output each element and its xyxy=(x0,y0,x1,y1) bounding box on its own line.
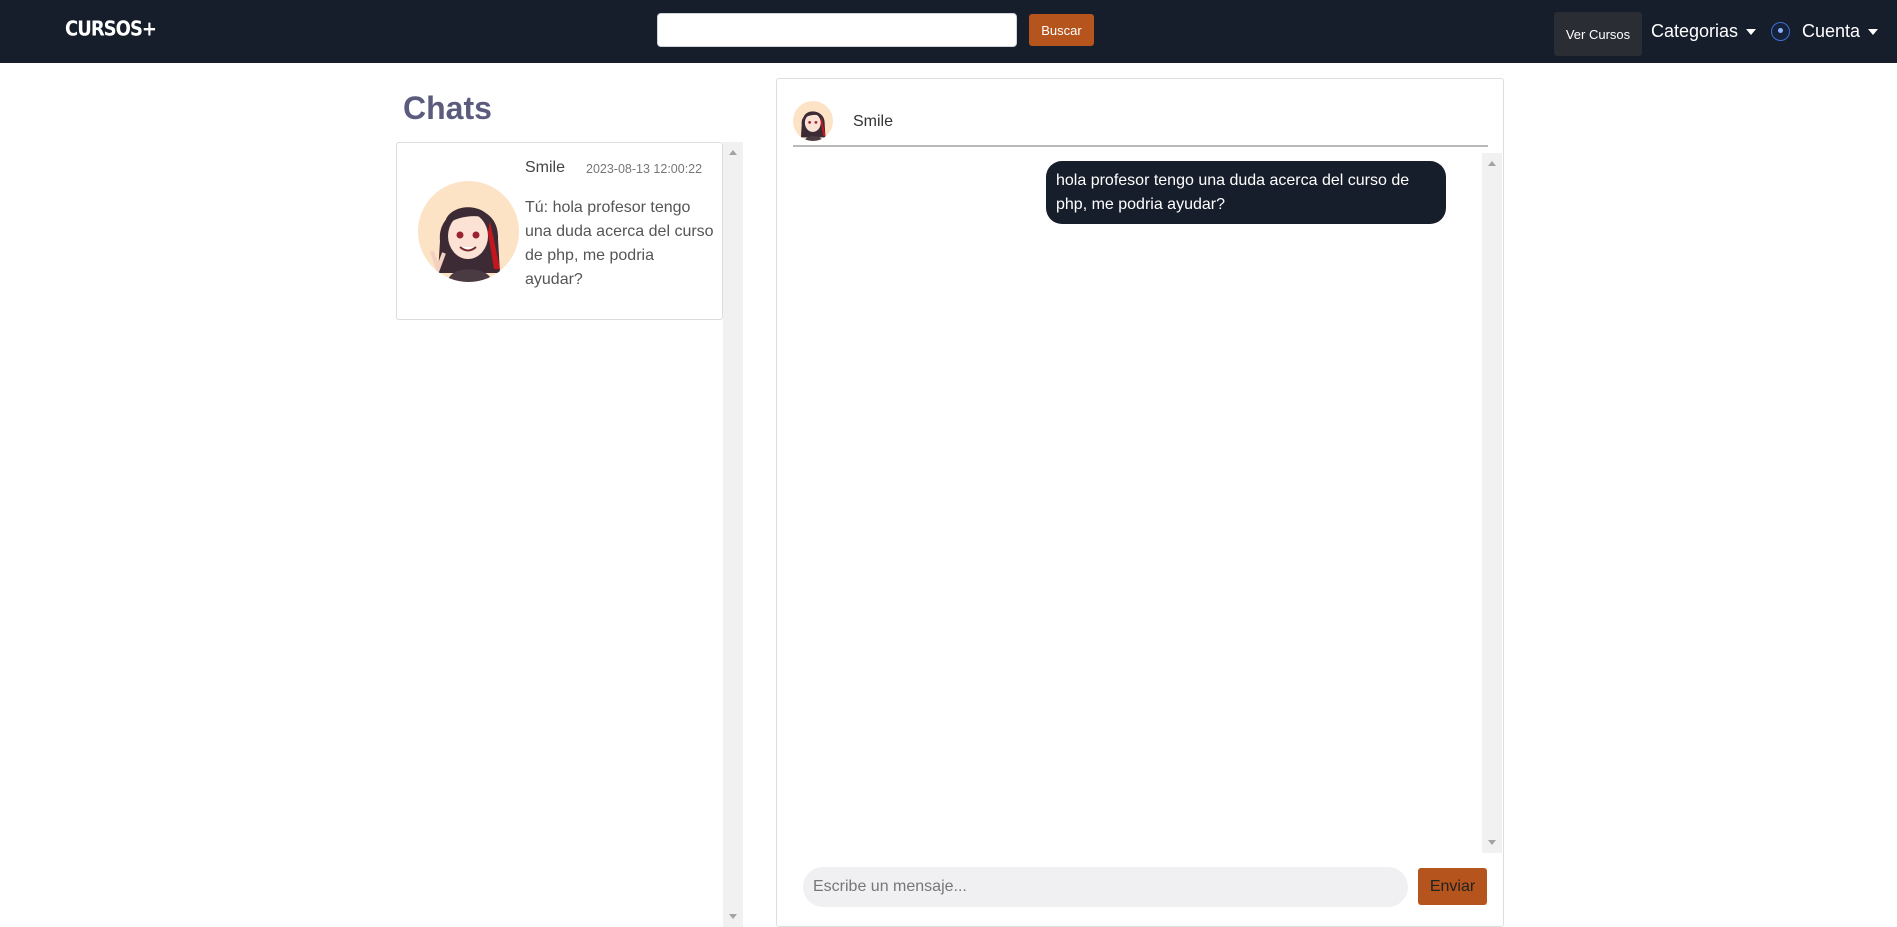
conversation-panel: Smile hola profesor tengo una duda acerc… xyxy=(776,78,1504,927)
chats-title: Chats xyxy=(403,90,492,126)
scroll-up-arrow-icon[interactable] xyxy=(1488,161,1496,166)
categorias-label: Categorias xyxy=(1651,21,1739,41)
message-bubble-sent: hola profesor tengo una duda acerca del … xyxy=(1046,161,1446,224)
scroll-down-arrow-icon[interactable] xyxy=(729,914,737,919)
scroll-down-arrow-icon[interactable] xyxy=(1488,840,1496,845)
account-icon xyxy=(1771,22,1790,41)
message-input[interactable] xyxy=(803,867,1408,907)
chat-timestamp: 2023-08-13 12:00:22 xyxy=(586,162,703,176)
chat-last-message: Tú: hola profesor tengo una duda acerca … xyxy=(525,199,714,288)
messages-area: hola profesor tengo una duda acerca del … xyxy=(793,153,1502,853)
conversation-contact-name: Smile xyxy=(853,113,894,130)
search-button[interactable]: Buscar xyxy=(1029,14,1094,46)
chat-list-scrollbar[interactable] xyxy=(723,142,743,927)
caret-down-icon xyxy=(1746,28,1757,35)
chat-contact-name: Smile xyxy=(525,159,566,176)
top-navbar: CURSOS+ Buscar Ver Cursos Categorias Cue… xyxy=(0,0,1897,63)
brand-logo[interactable]: CURSOS+ xyxy=(65,17,157,41)
search-input[interactable] xyxy=(657,13,1017,47)
ver-cursos-button[interactable]: Ver Cursos xyxy=(1554,12,1642,56)
messages-scrollbar[interactable] xyxy=(1482,153,1502,853)
avatar xyxy=(418,181,519,282)
send-button[interactable]: Enviar xyxy=(1418,868,1487,905)
message-composer: Enviar xyxy=(803,867,1488,907)
contact-avatar xyxy=(793,101,833,141)
cuenta-label: Cuenta xyxy=(1802,21,1861,41)
chat-list-item[interactable]: Smile 2023-08-13 12:00:22 Tú: hola profe… xyxy=(396,142,723,320)
scroll-up-arrow-icon[interactable] xyxy=(729,150,737,155)
cuenta-dropdown[interactable]: Cuenta xyxy=(1771,21,1879,42)
chat-list: Smile 2023-08-13 12:00:22 Tú: hola profe… xyxy=(396,142,745,926)
conversation-header: Smile xyxy=(793,101,1488,147)
caret-down-icon xyxy=(1868,28,1879,35)
categorias-dropdown[interactable]: Categorias xyxy=(1651,21,1757,42)
